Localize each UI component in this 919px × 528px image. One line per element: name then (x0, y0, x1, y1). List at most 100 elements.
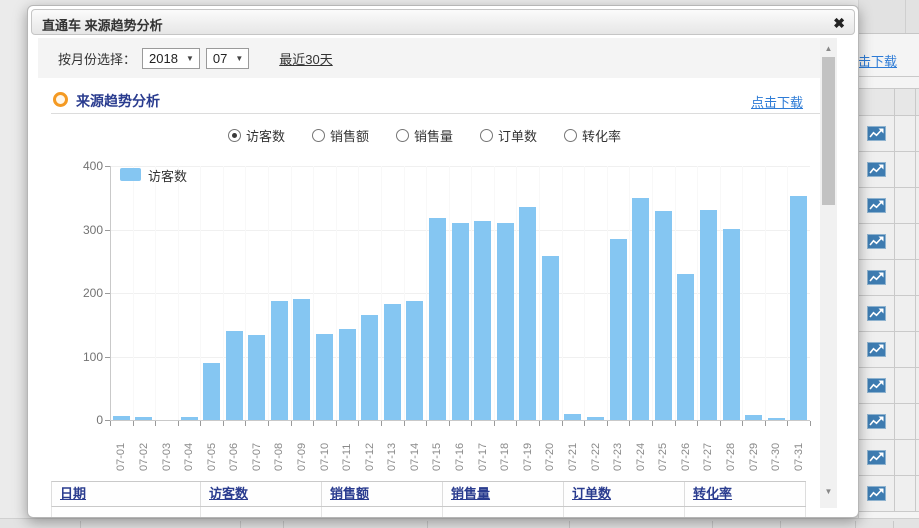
x-tick (426, 421, 427, 426)
x-axis-tick-label: 07-24 (635, 435, 647, 471)
trend-chart-icon[interactable] (859, 404, 894, 439)
trend-chart-icon[interactable] (859, 260, 894, 295)
y-axis-tick-label: 300 (73, 223, 103, 237)
bar-07-22 (587, 417, 604, 420)
radio-icon (564, 129, 577, 142)
x-axis-tick-label: 07-19 (522, 435, 534, 471)
x-axis-tick-label: 07-26 (680, 435, 692, 471)
trend-chart-icon[interactable] (859, 224, 894, 259)
background-table-row (859, 224, 919, 260)
divider (855, 521, 856, 528)
divider (427, 521, 428, 528)
scroll-thumb[interactable] (822, 57, 835, 205)
bar-07-08 (271, 301, 288, 420)
month-select[interactable]: 07 ▼ (206, 48, 249, 69)
scroll-up-arrow-icon[interactable]: ▲ (820, 44, 837, 53)
x-axis-tick-label: 07-02 (138, 435, 150, 471)
bar-07-12 (361, 315, 378, 420)
divider (780, 521, 781, 528)
trend-chart-icon[interactable] (859, 296, 894, 331)
y-axis-tick-label: 200 (73, 286, 103, 300)
gridline-v (178, 166, 179, 420)
x-tick (133, 421, 134, 426)
x-tick (787, 421, 788, 426)
trend-chart-icon[interactable] (859, 440, 894, 475)
bar-07-17 (474, 221, 491, 420)
trend-chart-icon[interactable] (859, 332, 894, 367)
column-header-日期[interactable]: 日期 (52, 482, 201, 506)
legend-swatch (120, 168, 141, 181)
background-table-row (859, 116, 919, 152)
gridline-v (675, 166, 676, 420)
metric-radio-订单数[interactable]: 订单数 (480, 126, 537, 145)
x-tick (404, 421, 405, 426)
bar-07-01 (113, 416, 130, 420)
gridline-v (607, 166, 608, 420)
divider (915, 224, 916, 259)
background-table-row (859, 260, 919, 296)
divider (894, 296, 895, 331)
column-header-转化率[interactable]: 转化率 (685, 482, 806, 506)
divider (893, 521, 894, 528)
x-tick (629, 421, 630, 426)
divider (894, 116, 895, 151)
metric-radio-访客数[interactable]: 访客数 (228, 126, 285, 145)
trend-chart-icon[interactable] (859, 152, 894, 187)
x-axis-tick-label: 07-06 (228, 435, 240, 471)
gridline-v (629, 166, 630, 420)
column-header-label: 转化率 (693, 486, 732, 501)
scroll-down-arrow-icon[interactable]: ▼ (820, 487, 837, 496)
dialog-scrollbar[interactable]: ▲ ▼ (820, 38, 837, 508)
x-axis-tick-label: 07-12 (364, 435, 376, 471)
background-table-row (859, 332, 919, 368)
gridline-v (584, 166, 585, 420)
x-tick (200, 421, 201, 426)
x-tick (697, 421, 698, 426)
trend-chart-icon[interactable] (859, 368, 894, 403)
background-bottom-strip (0, 518, 919, 528)
divider (894, 440, 895, 475)
recent-30-days-link[interactable]: 最近30天 (279, 49, 332, 68)
bar-07-31 (790, 196, 807, 420)
trend-chart-icon[interactable] (859, 188, 894, 223)
gridline-v (313, 166, 314, 420)
gridline-v (787, 166, 788, 420)
x-tick (494, 421, 495, 426)
column-header-订单数[interactable]: 订单数 (564, 482, 685, 506)
column-header-销售额[interactable]: 销售额 (322, 482, 443, 506)
metric-radio-销售量[interactable]: 销售量 (396, 126, 453, 145)
metric-radio-销售额[interactable]: 销售额 (312, 126, 369, 145)
gridline-v (494, 166, 495, 420)
bar-07-07 (248, 335, 265, 420)
divider (915, 368, 916, 403)
x-axis-line (110, 420, 810, 421)
year-select[interactable]: 2018 ▼ (142, 48, 200, 69)
divider (915, 188, 916, 223)
gridline-v (562, 166, 563, 420)
trend-chart-icon[interactable] (859, 116, 894, 151)
column-header-销售量[interactable]: 销售量 (443, 482, 564, 506)
bar-07-20 (542, 256, 559, 420)
divider (915, 152, 916, 187)
bar-07-13 (384, 304, 401, 420)
background-page-strip: 点击下载 (858, 0, 919, 528)
trend-chart-icon[interactable] (859, 476, 894, 511)
x-tick (245, 421, 246, 426)
bar-07-29 (745, 415, 762, 420)
metric-radio-label: 访客数 (246, 126, 285, 145)
background-table-row (859, 404, 919, 440)
x-tick (313, 421, 314, 426)
column-header-label: 销售量 (451, 486, 490, 501)
divider (51, 113, 821, 114)
x-axis-tick-label: 07-05 (206, 435, 218, 471)
download-link[interactable]: 点击下载 (751, 92, 803, 111)
divider (569, 521, 570, 528)
x-tick (810, 421, 811, 426)
bar-07-18 (497, 223, 514, 420)
gridline-v (404, 166, 405, 420)
gridline-v (539, 166, 540, 420)
radio-icon (228, 129, 241, 142)
column-header-访客数[interactable]: 访客数 (201, 482, 322, 506)
metric-radio-转化率[interactable]: 转化率 (564, 126, 621, 145)
close-icon[interactable]: ✖ (833, 13, 845, 33)
